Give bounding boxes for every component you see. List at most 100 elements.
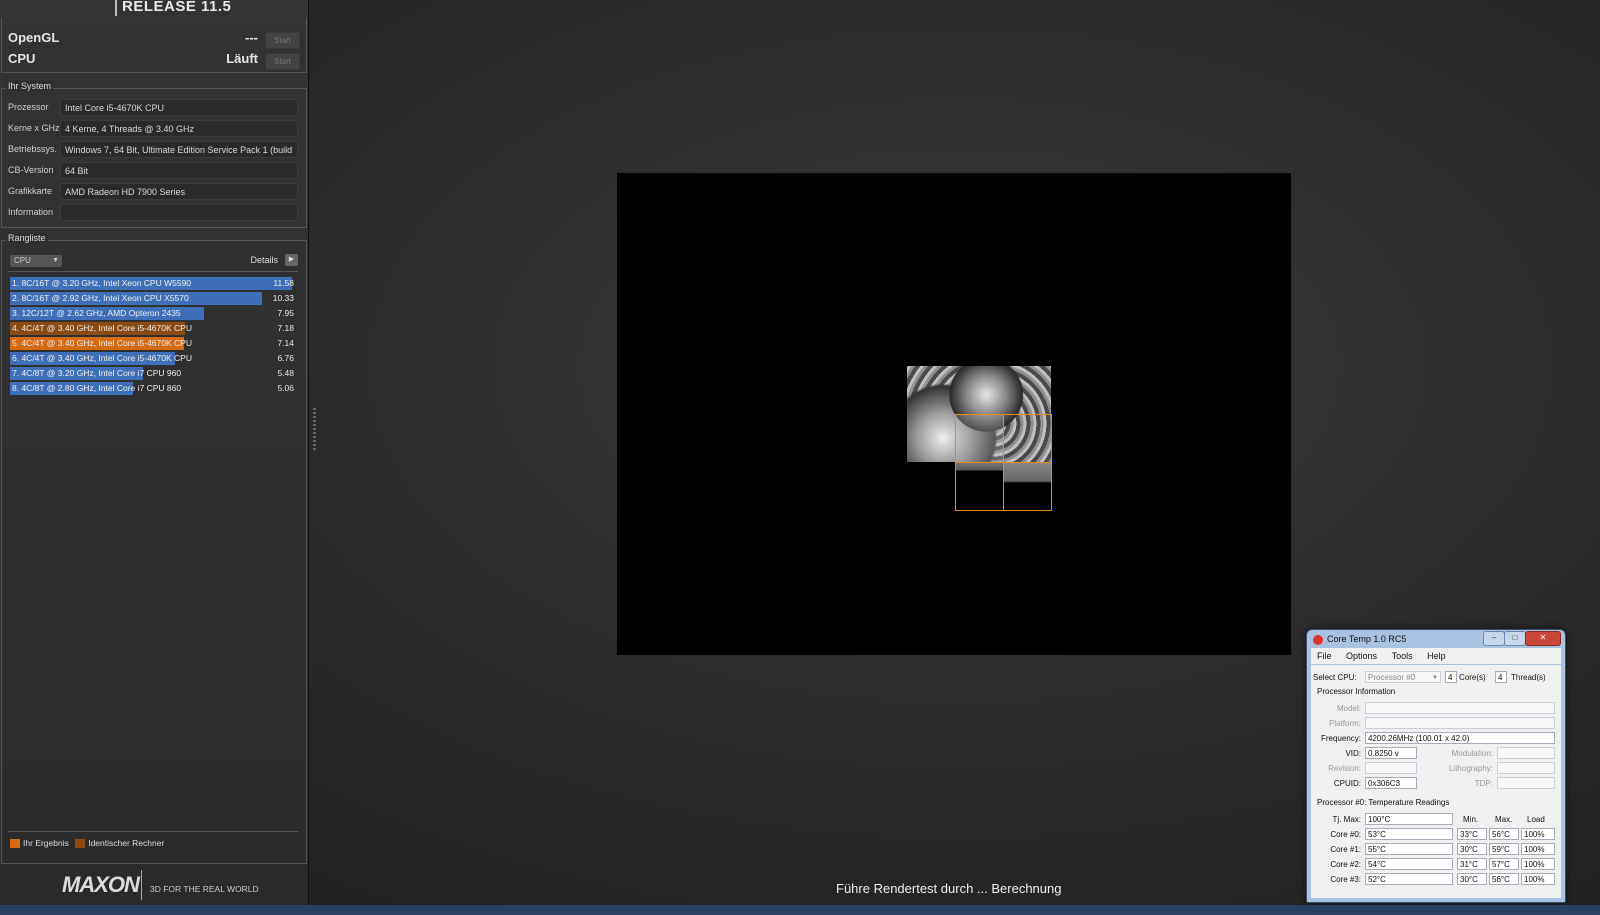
lithography-field bbox=[1497, 762, 1555, 774]
panel-splitter-handle[interactable] bbox=[313, 408, 316, 452]
brand-tagline: 3D FOR THE REAL WORLD bbox=[150, 884, 259, 894]
core-load: 100% bbox=[1521, 858, 1555, 870]
ranking-row[interactable]: 4. 4C/4T @ 3.40 GHz, Intel Core i5-4670K… bbox=[10, 322, 298, 335]
ranking-label: 6. 4C/4T @ 3.40 GHz, Intel Core i5-4670K… bbox=[12, 353, 192, 363]
sys-row-information: Information bbox=[8, 204, 298, 222]
ranking-row[interactable]: 7. 4C/8T @ 3.20 GHz, Intel Core i7 CPU 9… bbox=[10, 367, 298, 380]
revision-label: Revision: bbox=[1328, 764, 1361, 773]
ranking-row[interactable]: 5. 4C/4T @ 3.40 GHz, Intel Core i5-4670K… bbox=[10, 337, 298, 350]
ranking-score: 5.48 bbox=[277, 368, 294, 378]
menu-help[interactable]: Help bbox=[1427, 648, 1446, 664]
tests-box: OpenGL --- Start CPU Läuft Start bbox=[1, 18, 307, 73]
minimize-button[interactable]: – bbox=[1483, 631, 1505, 646]
ranking-label: 4. 4C/4T @ 3.40 GHz, Intel Core i5-4670K… bbox=[12, 323, 192, 333]
sys-key: Prozessor bbox=[8, 102, 49, 112]
col-min-header: Min. bbox=[1463, 815, 1479, 824]
ranking-row[interactable]: 3. 12C/12T @ 2.62 GHz, AMD Opteron 2435 7… bbox=[10, 307, 298, 320]
ranking-score: 7.14 bbox=[277, 338, 294, 348]
sys-row-processor: Prozessor Intel Core i5-4670K CPU bbox=[8, 99, 298, 117]
sys-value: Windows 7, 64 Bit, Ultimate Edition Serv… bbox=[60, 141, 298, 172]
sys-key: Betriebssys. bbox=[8, 144, 58, 154]
cpuid-field: 0x306C3 bbox=[1365, 777, 1417, 789]
select-cpu-label: Select CPU: bbox=[1313, 673, 1357, 682]
ranking-score: 6.76 bbox=[277, 353, 294, 363]
menu-file[interactable]: File bbox=[1317, 648, 1332, 664]
modulation-label: Modulation: bbox=[1451, 749, 1493, 758]
legend-swatch-identical bbox=[75, 839, 86, 849]
maximize-button[interactable]: □ bbox=[1504, 631, 1526, 646]
details-button[interactable]: ▶ bbox=[285, 254, 298, 266]
ranking-score: 7.95 bbox=[277, 308, 294, 318]
render-tile-active bbox=[955, 462, 1004, 511]
frequency-field: 4200.26MHz (100.01 x 42.0) bbox=[1365, 732, 1555, 744]
tjmax-label: Tj. Max: bbox=[1332, 815, 1361, 824]
platform-field bbox=[1365, 717, 1555, 729]
menu-tools[interactable]: Tools bbox=[1392, 648, 1413, 664]
test-row-opengl: OpenGL --- Start bbox=[8, 30, 300, 50]
ranking-score: 5.06 bbox=[277, 383, 294, 393]
legend-yours: Ihr Ergebnis bbox=[23, 838, 69, 848]
menu-options[interactable]: Options bbox=[1346, 648, 1377, 664]
legend: Ihr Ergebnis Identischer Rechner bbox=[10, 838, 164, 849]
render-tile-active bbox=[1003, 414, 1052, 463]
ranking-select[interactable]: CPU ▼ bbox=[10, 255, 62, 267]
test-row-cpu: CPU Läuft Start bbox=[8, 51, 300, 71]
render-tile-active bbox=[1003, 462, 1052, 511]
core-load: 100% bbox=[1521, 843, 1555, 855]
test-value-cpu: Läuft bbox=[226, 51, 258, 66]
chevron-down-icon: ▼ bbox=[52, 257, 59, 264]
ranking-label: 5. 4C/4T @ 3.40 GHz, Intel Core i5-4670K… bbox=[12, 338, 192, 348]
left-panel: RELEASE 11.5 OpenGL --- Start CPU Läuft … bbox=[0, 0, 309, 905]
core-temp: 53°C bbox=[1365, 828, 1453, 840]
ranking-group-title: Rangliste bbox=[6, 233, 48, 243]
start-opengl-button[interactable]: Start bbox=[265, 32, 300, 49]
start-cpu-button[interactable]: Start bbox=[265, 53, 300, 70]
maxon-logo: MAXON bbox=[62, 872, 140, 897]
core-temp: 52°C bbox=[1365, 873, 1453, 885]
ranking-label: 3. 12C/12T @ 2.62 GHz, AMD Opteron 2435 bbox=[12, 308, 181, 318]
sys-row-cores: Kerne x GHz 4 Kerne, 4 Threads @ 3.40 GH… bbox=[8, 120, 298, 138]
sys-value: Intel Core i5-4670K CPU bbox=[60, 99, 298, 116]
col-max-header: Max. bbox=[1495, 815, 1513, 824]
ranking-score: 7.18 bbox=[277, 323, 294, 333]
sys-value: 64 Bit bbox=[60, 162, 298, 179]
select-cpu-dropdown[interactable]: Processor #0 ▼ bbox=[1365, 671, 1441, 683]
frequency-label: Frequency: bbox=[1320, 734, 1361, 743]
coretemp-body: Select CPU: Processor #0 ▼ 4 Core(s) 4 Th… bbox=[1311, 665, 1561, 898]
release-title: RELEASE 11.5 bbox=[115, 0, 231, 16]
ranking-score: 10.33 bbox=[272, 293, 294, 303]
temperature-readings-title: Processor #0: Temperature Readings bbox=[1317, 798, 1450, 807]
test-label-opengl: OpenGL bbox=[8, 30, 60, 45]
taskbar bbox=[0, 905, 1600, 915]
render-viewport bbox=[617, 173, 1291, 655]
core-temp: 54°C bbox=[1365, 858, 1453, 870]
ranking-row[interactable]: 8. 4C/8T @ 2.80 GHz, Intel Core i7 CPU 8… bbox=[10, 382, 298, 395]
ranking-label: 8. 4C/8T @ 2.80 GHz, Intel Core i7 CPU 8… bbox=[12, 383, 182, 393]
close-button[interactable]: ✕ bbox=[1525, 631, 1561, 646]
threads-label: Thread(s) bbox=[1511, 673, 1546, 682]
processor-info-title: Processor Information bbox=[1317, 687, 1396, 696]
modulation-field bbox=[1497, 747, 1555, 759]
core-max-temp: 59°C bbox=[1489, 843, 1519, 855]
details-label: Details bbox=[250, 255, 278, 265]
vid-label: VID: bbox=[1345, 749, 1361, 758]
tdp-label: TDP: bbox=[1474, 779, 1493, 788]
legend-divider bbox=[8, 831, 298, 832]
coretemp-app-icon bbox=[1313, 634, 1323, 645]
platform-label: Platform: bbox=[1328, 719, 1361, 728]
cores-count: 4 bbox=[1445, 671, 1457, 683]
tjmax-field: 100°C bbox=[1365, 813, 1453, 825]
system-group: Ihr System Prozessor Intel Core i5-4670K… bbox=[1, 81, 307, 228]
ranking-score: 11.58 bbox=[273, 278, 294, 288]
information-field[interactable] bbox=[60, 204, 298, 221]
ranking-label: 2. 8C/16T @ 2.92 GHz, Intel Xeon CPU X55… bbox=[12, 293, 189, 303]
sys-value: 4 Kerne, 4 Threads @ 3.40 GHz bbox=[60, 120, 298, 137]
test-label-cpu: CPU bbox=[8, 51, 36, 66]
model-field bbox=[1365, 702, 1555, 714]
ranking-row[interactable]: 6. 4C/4T @ 3.40 GHz, Intel Core i5-4670K… bbox=[10, 352, 298, 365]
sys-key: Kerne x GHz bbox=[8, 123, 60, 133]
ranking-row[interactable]: 2. 8C/16T @ 2.92 GHz, Intel Xeon CPU X55… bbox=[10, 292, 298, 305]
ranking-row[interactable]: 1. 8C/16T @ 3.20 GHz, Intel Xeon CPU W55… bbox=[10, 277, 298, 290]
col-load-header: Load bbox=[1527, 815, 1545, 824]
chevron-down-icon: ▼ bbox=[1432, 675, 1438, 681]
